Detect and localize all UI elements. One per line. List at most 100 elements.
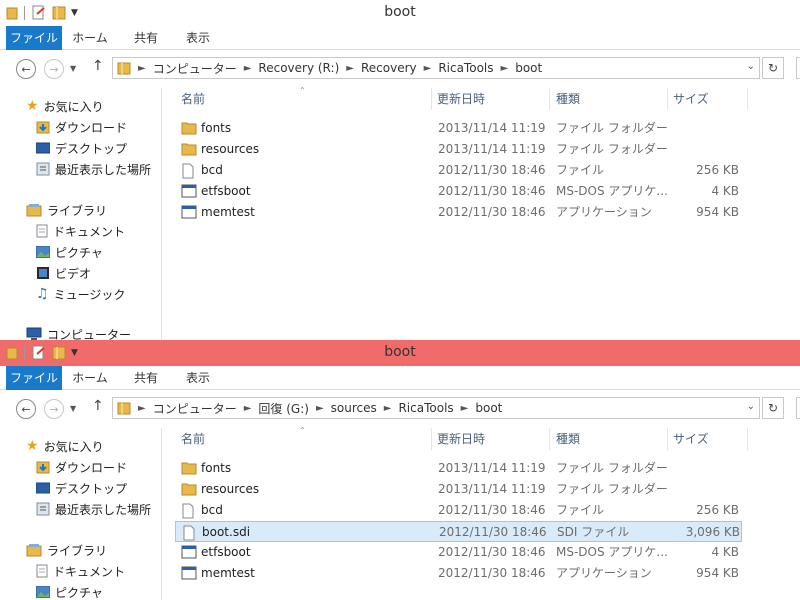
refresh-button[interactable]: ↻ [762,57,784,79]
breadcrumb-item[interactable]: RicaTools [438,61,493,75]
tab-file[interactable]: ファイル [6,366,62,390]
sidebar-libraries[interactable]: ライブラリ [26,200,107,220]
sidebar-favorites[interactable]: ★ お気に入り [26,96,104,116]
tab-share[interactable]: 共有 [124,26,168,50]
chevron-right-icon[interactable]: ► [138,63,146,74]
file-row[interactable]: bcd 2012/11/30 18:46 ファイル 256 KB [175,500,742,521]
column-separator[interactable] [667,428,668,450]
sidebar-label: コンピューター [47,327,132,341]
sidebar-item-recent-places[interactable]: 最近表示した場所 [36,499,151,519]
address-bar[interactable]: ► コンピューター ► 回復 (G:) ► sources ► RicaTool… [112,397,760,419]
breadcrumb: ► コンピューター ► Recovery (R:) ► Recovery ► R… [117,60,542,77]
forward-button[interactable]: → [44,399,64,419]
recent-locations-icon[interactable]: ▼ [70,64,76,73]
tab-view[interactable]: 表示 [176,366,220,390]
breadcrumb-item[interactable]: RicaTools [398,401,453,415]
chevron-right-icon[interactable]: ► [461,403,469,414]
sidebar-item-music[interactable]: ♫ ミュージック [36,284,125,304]
breadcrumb-item[interactable]: Recovery [361,61,417,75]
tab-share[interactable]: 共有 [124,366,168,390]
column-header-size[interactable]: サイズ [673,428,709,450]
breadcrumb-item[interactable]: boot [475,401,502,415]
sidebar-item-pictures[interactable]: ピクチャ [36,242,103,262]
up-button[interactable]: ↑ [92,398,104,414]
tab-home[interactable]: ホーム [66,366,114,390]
file-row[interactable]: fonts 2013/11/14 11:19 ファイル フォルダー [175,458,742,479]
sort-arrow-icon: ⌃ [299,86,306,95]
address-row: ← → ▼ ↑ ► コンピューター ► Recovery (R:) ► Reco… [0,50,800,88]
column-separator[interactable] [431,88,432,110]
sidebar-item-desktop[interactable]: デスクトップ [36,478,127,498]
sidebar-item-pictures[interactable]: ピクチャ [36,582,103,600]
file-row[interactable]: etfsboot 2012/11/30 18:46 MS-DOS アプリケ...… [175,181,742,202]
file-row-selected[interactable]: boot.sdi 2012/11/30 18:46 SDI ファイル 3,096… [175,521,742,542]
column-separator[interactable] [747,88,748,110]
column-separator[interactable] [667,88,668,110]
sidebar-libraries[interactable]: ライブラリ [26,540,107,560]
file-row[interactable]: memtest 2012/11/30 18:46 アプリケーション 954 KB [175,563,742,584]
breadcrumb-item[interactable]: コンピューター [153,400,237,417]
column-header-date[interactable]: 更新日時 [437,88,485,110]
chevron-right-icon[interactable]: ► [346,63,354,74]
tab-home[interactable]: ホーム [66,26,114,50]
sidebar-item-documents[interactable]: ドキュメント [36,221,125,241]
column-separator[interactable] [549,88,550,110]
chevron-right-icon[interactable]: ► [244,63,252,74]
chevron-right-icon[interactable]: ► [384,403,392,414]
tab-view[interactable]: 表示 [176,26,220,50]
file-row[interactable]: memtest 2012/11/30 18:46 アプリケーション 954 KB [175,202,742,223]
chevron-right-icon[interactable]: ► [244,403,252,414]
back-button[interactable]: ← [16,399,36,419]
file-row[interactable]: etfsboot 2012/11/30 18:46 MS-DOS アプリケ...… [175,542,742,563]
column-header-name[interactable]: 名前 [181,428,205,450]
column-separator[interactable] [747,428,748,450]
column-separator[interactable] [431,428,432,450]
file-name: resources [201,142,260,156]
computer-icon [26,327,42,340]
tab-file[interactable]: ファイル [6,26,62,50]
folder-icon [181,121,197,135]
sidebar-item-recent-places[interactable]: 最近表示した場所 [36,159,151,179]
sidebar-item-documents[interactable]: ドキュメント [36,561,125,581]
breadcrumb-item[interactable]: コンピューター [153,60,237,77]
breadcrumb-item[interactable]: sources [331,401,377,415]
arrow-left-icon: ← [21,62,31,76]
app-icon [181,205,197,219]
chevron-right-icon[interactable]: ► [138,403,146,414]
sidebar-item-desktop[interactable]: デスクトップ [36,138,127,158]
breadcrumb-item[interactable]: 回復 (G:) [258,400,309,417]
column-header-type[interactable]: 種類 [556,88,580,110]
chevron-right-icon[interactable]: ► [501,63,509,74]
sidebar-computer[interactable]: コンピューター [26,324,131,340]
sidebar-favorites[interactable]: ★ お気に入り [26,436,104,456]
refresh-button[interactable]: ↻ [762,397,784,419]
recent-locations-icon[interactable]: ▼ [70,404,76,413]
up-button[interactable]: ↑ [92,58,104,74]
library-icon [26,203,42,217]
column-separator[interactable] [549,428,550,450]
breadcrumb-item[interactable]: Recovery (R:) [258,61,339,75]
chevron-down-icon[interactable]: ⌄ [747,61,755,72]
address-bar[interactable]: ► コンピューター ► Recovery (R:) ► Recovery ► R… [112,57,760,79]
column-header-date[interactable]: 更新日時 [437,428,485,450]
column-header-name[interactable]: 名前 [181,88,205,110]
forward-button[interactable]: → [44,59,64,79]
sidebar-item-downloads[interactable]: ダウンロード [36,117,127,137]
file-row[interactable]: resources 2013/11/14 11:19 ファイル フォルダー [175,479,742,500]
file-row[interactable]: resources 2013/11/14 11:19 ファイル フォルダー [175,139,742,160]
sidebar-item-videos[interactable]: ビデオ [36,263,91,283]
file-list: 名前 ⌃ 更新日時 種類 サイズ fonts 2013/11/14 11:19 … [163,86,800,340]
file-row[interactable]: bcd 2012/11/30 18:46 ファイル 256 KB [175,160,742,181]
back-button[interactable]: ← [16,59,36,79]
sidebar-item-downloads[interactable]: ダウンロード [36,457,127,477]
chevron-right-icon[interactable]: ► [316,403,324,414]
column-header-size[interactable]: サイズ [673,88,709,110]
breadcrumb-item[interactable]: boot [515,61,542,75]
search-input[interactable] [796,57,800,79]
search-input[interactable] [796,397,800,419]
file-row[interactable]: fonts 2013/11/14 11:19 ファイル フォルダー [175,118,742,139]
chevron-down-icon[interactable]: ⌄ [747,401,755,412]
column-header-type[interactable]: 種類 [556,428,580,450]
file-size: 3,096 KB [685,525,740,539]
chevron-right-icon[interactable]: ► [424,63,432,74]
